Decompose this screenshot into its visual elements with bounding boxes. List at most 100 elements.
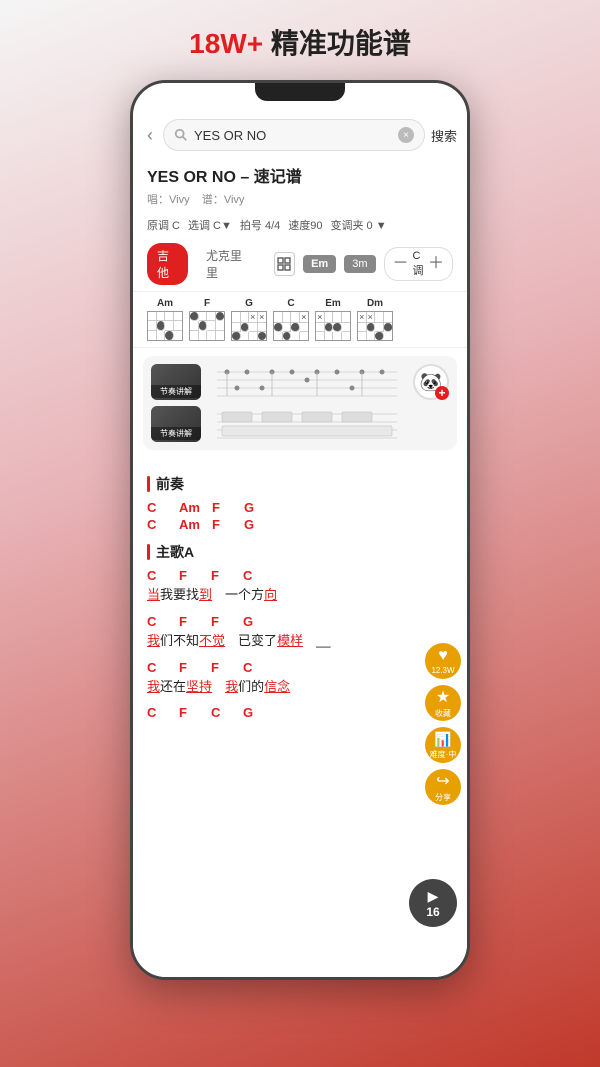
- original-key: 原调 C: [147, 217, 180, 233]
- key-label: C调: [413, 250, 424, 278]
- prelude-line-1: C Am F G: [147, 500, 453, 515]
- lyric-block-2: C F F G 我们不知不觉 已变了模样 __: [147, 614, 453, 652]
- share-label: 分享: [435, 792, 451, 803]
- search-button[interactable]: 搜索: [431, 126, 457, 145]
- search-text: YES OR NO: [194, 128, 392, 143]
- chord-dm[interactable]: Dm × ×: [357, 298, 393, 341]
- like-button[interactable]: ♥ 12.3W: [425, 643, 461, 679]
- collect-button[interactable]: ★ 收藏: [425, 685, 461, 721]
- lyric-block-1: C F F C 当我要找到 一个方向: [147, 568, 453, 606]
- tempo: 速度90: [288, 217, 322, 233]
- float-buttons: ♥ 12.3W ★ 收藏 📊 难度·中 ↪ 分享: [425, 643, 461, 805]
- top-header: 18W+ 精准功能谱: [0, 0, 600, 80]
- prelude-line-2: C Am F G: [147, 517, 453, 532]
- phone-topbar: [133, 83, 467, 111]
- verse-lyric-2: 我们不知不觉 已变了模样 __: [147, 631, 453, 652]
- rhythm-thumb-2[interactable]: 节奏讲解: [151, 406, 201, 442]
- verse-chord-3: C F F C: [147, 660, 453, 675]
- time-sig: 拍号 4/4: [240, 217, 280, 233]
- chord-am-2: Am: [179, 517, 200, 532]
- 3m-badge[interactable]: 3m: [344, 255, 375, 273]
- star-icon: ★: [436, 687, 450, 707]
- play-count: 16: [426, 905, 439, 919]
- search-icon: [174, 128, 188, 142]
- verse-chord-4: C F C G: [147, 705, 453, 720]
- capo-dropdown[interactable]: 变调夹 0 ▼: [331, 217, 387, 233]
- section-verse-a: 主歌A: [147, 542, 453, 562]
- chord-f[interactable]: F: [189, 298, 225, 341]
- em-badge[interactable]: Em: [303, 255, 336, 273]
- panda-button[interactable]: 🐼 +: [413, 364, 449, 400]
- section-bar-2: [147, 544, 150, 560]
- verse-chord-1: C F F C: [147, 568, 453, 583]
- section-bar: [147, 476, 150, 492]
- section-verse-a-name: 主歌A: [156, 542, 194, 562]
- back-button[interactable]: ‹: [143, 123, 157, 148]
- like-count: 12.3W: [431, 666, 454, 675]
- verse-lyric-1: 当我要找到 一个方向: [147, 585, 453, 606]
- chord-am-grid: [147, 311, 183, 341]
- heart-icon: ♥: [438, 647, 448, 665]
- play-button[interactable]: ▶ 16: [409, 879, 457, 927]
- song-title: YES OR NO – 速记谱: [133, 159, 467, 189]
- rhythm-thumb-1[interactable]: 节奏讲解: [151, 364, 201, 400]
- chord-g-1: G: [244, 500, 264, 515]
- chord-c-label: C: [287, 298, 294, 309]
- rhythm-section: 节奏讲解: [143, 356, 457, 450]
- key-minus-button[interactable]: －: [393, 256, 409, 272]
- chord-g-label: G: [245, 298, 253, 309]
- chord-am-label: Am: [157, 298, 173, 309]
- play-icon: ▶: [428, 888, 439, 905]
- grid-icon[interactable]: [274, 252, 295, 276]
- chord-am[interactable]: Am: [147, 298, 183, 341]
- verse-lyric-3: 我还在坚持 我们的信念: [147, 677, 453, 698]
- song-meta: 唱：Vivy 谱：Vivy: [133, 189, 467, 213]
- difficulty-label: 难度·中: [430, 749, 457, 760]
- phone-content: ‹ YES OR NO × 搜索 YES OR NO – 速记谱 唱：Vivy …: [133, 111, 467, 977]
- ukulele-tab[interactable]: 尤克里里: [196, 243, 258, 285]
- chord-f-label: F: [204, 298, 210, 309]
- title-red: 18W+: [189, 28, 263, 59]
- section-prelude: 前奏: [147, 474, 453, 494]
- key-control: － C调 ＋: [384, 247, 454, 281]
- settings-row: 原调 C 选调 C▼ 拍号 4/4 速度90 变调夹 0 ▼: [133, 213, 467, 237]
- chord-diagrams-row: Am: [133, 291, 467, 348]
- selected-key-dropdown[interactable]: 选调 C▼: [188, 217, 232, 233]
- rhythm-pattern-1: [209, 364, 405, 400]
- rhythm-label-1: 节奏讲解: [151, 385, 201, 398]
- phone-notch: [255, 83, 345, 101]
- chord-f-1: F: [212, 500, 232, 515]
- panda-plus-icon: +: [435, 386, 449, 400]
- rhythm-pattern-2: [209, 406, 405, 442]
- chord-c-2: C: [147, 517, 167, 532]
- clear-button[interactable]: ×: [398, 127, 414, 143]
- chord-g-2: G: [244, 517, 264, 532]
- chart-icon: 📊: [434, 731, 451, 748]
- chord-g[interactable]: G × ×: [231, 298, 267, 341]
- lyric-block-4: C F C G: [147, 705, 453, 720]
- search-bar-row: ‹ YES OR NO × 搜索: [133, 111, 467, 159]
- chord-em-label: Em: [325, 298, 341, 309]
- page-title: 18W+ 精准功能谱: [189, 28, 411, 59]
- phone-frame: ‹ YES OR NO × 搜索 YES OR NO – 速记谱 唱：Vivy …: [130, 80, 470, 980]
- lyric-block-3: C F F C 我还在坚持 我们的信念: [147, 660, 453, 698]
- key-plus-button[interactable]: ＋: [428, 256, 444, 272]
- title-black: 精准功能谱: [263, 28, 411, 59]
- section-prelude-name: 前奏: [156, 474, 184, 494]
- chord-dm-label: Dm: [367, 298, 383, 309]
- rhythm-label-2: 节奏讲解: [151, 427, 201, 440]
- guitar-tab[interactable]: 吉他: [147, 243, 188, 285]
- chord-em[interactable]: Em ×: [315, 298, 351, 341]
- difficulty-button[interactable]: 📊 难度·中: [425, 727, 461, 763]
- chord-f-2: F: [212, 517, 232, 532]
- share-button[interactable]: ↪ 分享: [425, 769, 461, 805]
- collect-label: 收藏: [435, 708, 451, 719]
- rhythm-item-1: 节奏讲解: [151, 364, 449, 400]
- chord-c[interactable]: C ×: [273, 298, 309, 341]
- rhythm-item-2: 节奏讲解: [151, 406, 449, 442]
- verse-chord-2: C F F G: [147, 614, 453, 629]
- search-bar[interactable]: YES OR NO ×: [163, 119, 425, 151]
- instrument-row: 吉他 尤克里里 Em 3m － C调 ＋: [133, 237, 467, 291]
- share-icon: ↪: [436, 771, 449, 791]
- score-content: 前奏 C Am F G C Am F G 主歌A C: [133, 458, 467, 736]
